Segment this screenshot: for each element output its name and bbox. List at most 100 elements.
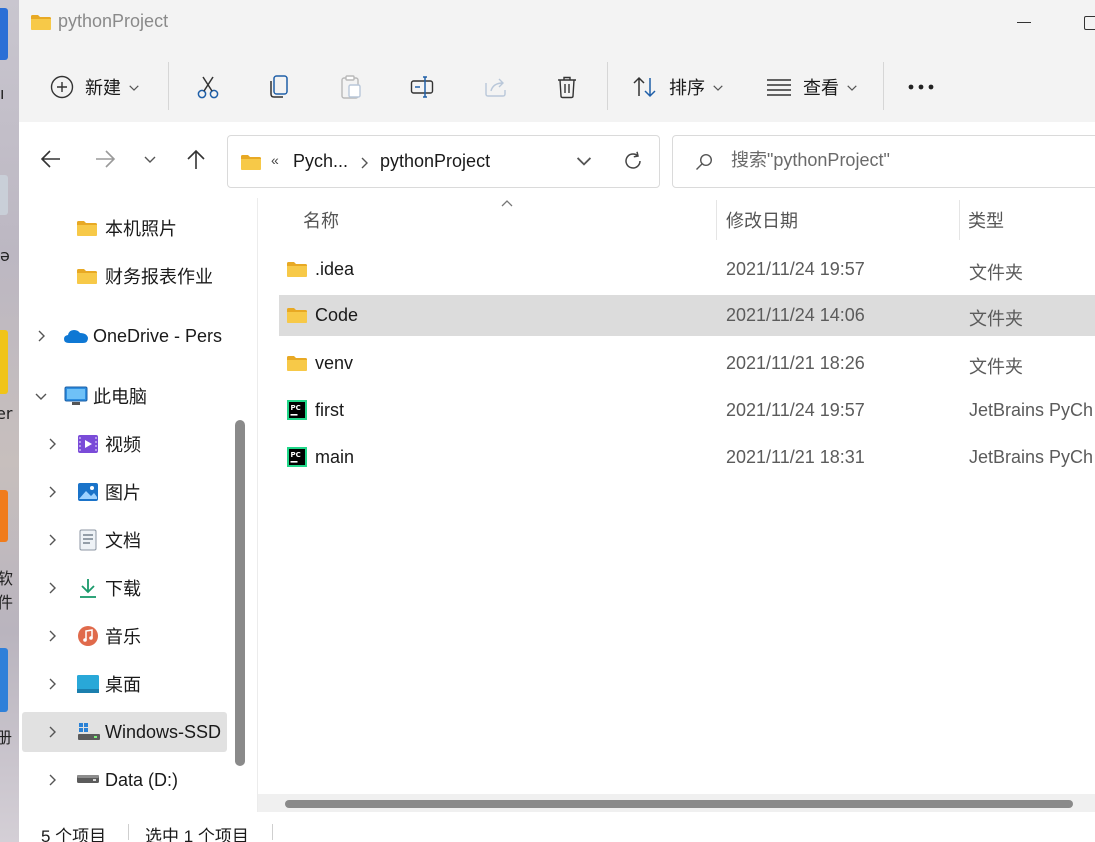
breadcrumb-item[interactable]: pythonProject <box>380 151 490 172</box>
file-list-horizontal-scrollbar[interactable] <box>258 794 1095 812</box>
sidebar-item-windows-ssd[interactable]: Windows-SSD <box>22 712 227 752</box>
column-header-label: 修改日期 <box>726 211 798 231</box>
sidebar-item-documents[interactable]: 文档 <box>19 520 229 560</box>
back-arrow-icon[interactable] <box>40 148 62 170</box>
minimize-button[interactable] <box>1017 22 1031 23</box>
recent-locations-chevron-icon[interactable] <box>143 154 157 164</box>
sidebar-item-photos[interactable]: 本机照片 <box>19 208 229 248</box>
trash-icon <box>558 76 576 99</box>
desktop-shortcut-tile[interactable] <box>0 490 8 542</box>
scissors-icon <box>197 76 219 99</box>
file-list: 名称 修改日期 类型 .idea 2021/11/24 19:57 文件夹 Co… <box>258 198 1095 812</box>
expand-chevron-icon[interactable] <box>47 581 57 595</box>
delete-button[interactable] <box>556 52 578 122</box>
sidebar-item-desktop[interactable]: 桌面 <box>19 664 229 704</box>
chevron-down-icon <box>712 83 724 92</box>
desktop-shortcut-tile[interactable] <box>0 648 8 712</box>
toolbar-divider <box>607 62 608 110</box>
folder-icon <box>286 354 308 372</box>
navigation-pane: 本机照片 财务报表作业 OneDrive - Pers 此电脑 视频 图片 文档… <box>19 198 250 812</box>
folder-icon <box>30 13 52 31</box>
pictures-icon <box>78 483 98 501</box>
rename-button[interactable] <box>410 52 436 122</box>
file-row-first[interactable]: first 2021/11/24 19:57 JetBrains PyCh <box>279 390 1095 431</box>
sidebar-item-finance-homework[interactable]: 财务报表作业 <box>19 256 229 296</box>
view-button[interactable]: 查看 <box>766 52 858 122</box>
breadcrumb-chevron-icon[interactable] <box>359 156 369 170</box>
horizontal-scrollbar-thumb[interactable] <box>285 800 1073 808</box>
column-resize-handle[interactable] <box>959 200 960 240</box>
forward-arrow-icon[interactable] <box>94 148 116 170</box>
new-button-label: 新建 <box>85 78 121 98</box>
paste-icon <box>341 75 361 99</box>
address-bar[interactable]: « Pych... pythonProject <box>227 135 660 188</box>
column-resize-handle[interactable] <box>716 200 717 240</box>
file-row-code[interactable]: Code 2021/11/24 14:06 文件夹 <box>279 295 1095 336</box>
copy-button[interactable] <box>268 52 292 122</box>
refresh-icon[interactable] <box>622 150 644 172</box>
expand-chevron-icon[interactable] <box>47 725 57 739</box>
file-modified: 2021/11/24 19:57 <box>726 400 865 420</box>
desktop-shortcut-tile[interactable] <box>0 8 8 60</box>
computer-icon <box>64 386 88 405</box>
collapse-chevron-icon[interactable] <box>34 391 48 401</box>
search-box[interactable] <box>672 135 1095 188</box>
more-options-button[interactable] <box>907 52 935 122</box>
column-header-type[interactable]: 类型 <box>968 198 1004 242</box>
column-header-label: 名称 <box>303 211 339 231</box>
breadcrumb-overflow[interactable]: « <box>271 152 279 168</box>
file-name: first <box>315 400 344 420</box>
expand-chevron-icon[interactable] <box>47 629 57 643</box>
column-header-name[interactable]: 名称 <box>303 198 339 242</box>
up-arrow-icon[interactable] <box>185 148 207 170</box>
sidebar-item-label: 音乐 <box>105 627 141 647</box>
downloads-icon <box>80 579 96 598</box>
sidebar-item-downloads[interactable]: 下载 <box>19 568 229 608</box>
videos-icon <box>78 435 98 453</box>
file-type: 文件夹 <box>969 357 1023 377</box>
search-input[interactable] <box>731 150 1091 171</box>
expand-chevron-icon[interactable] <box>47 485 57 499</box>
column-header-modified[interactable]: 修改日期 <box>726 198 798 242</box>
desktop-label-fragment: er <box>0 404 13 423</box>
toolbar-divider <box>168 62 169 110</box>
expand-chevron-icon[interactable] <box>47 677 57 691</box>
desktop-shortcut-tile[interactable] <box>0 175 8 215</box>
file-type: 文件夹 <box>969 263 1023 283</box>
music-icon <box>78 626 98 646</box>
navigation-pane-scrollbar-thumb[interactable] <box>235 420 245 766</box>
file-row-main[interactable]: main 2021/11/21 18:31 JetBrains PyCh <box>279 437 1095 478</box>
sidebar-item-this-pc[interactable]: 此电脑 <box>19 376 229 416</box>
sidebar-item-videos[interactable]: 视频 <box>19 424 229 464</box>
expand-chevron-icon[interactable] <box>47 533 57 547</box>
sidebar-item-music[interactable]: 音乐 <box>19 616 229 656</box>
desktop-shortcut-tile[interactable] <box>0 330 8 394</box>
sidebar-item-onedrive[interactable]: OneDrive - Pers <box>19 316 229 356</box>
paste-button[interactable] <box>339 52 363 122</box>
drive-c-icon <box>78 723 100 740</box>
file-name: .idea <box>315 259 355 279</box>
column-header-label: 类型 <box>968 211 1004 231</box>
sort-button[interactable]: 排序 <box>632 52 724 122</box>
expand-chevron-icon[interactable] <box>36 329 46 343</box>
window-title: pythonProject <box>58 11 169 31</box>
expand-chevron-icon[interactable] <box>47 437 57 451</box>
breadcrumb-item[interactable]: Pych... <box>293 151 348 172</box>
maximize-button[interactable] <box>1084 16 1095 30</box>
file-row-venv[interactable]: venv 2021/11/21 18:26 文件夹 <box>279 343 1095 384</box>
file-row-idea[interactable]: .idea 2021/11/24 19:57 文件夹 <box>279 249 1095 290</box>
title-bar[interactable]: pythonProject <box>19 0 1095 44</box>
drive-d-icon <box>77 775 99 783</box>
new-button[interactable]: 新建 <box>50 52 140 122</box>
expand-chevron-icon[interactable] <box>47 773 57 787</box>
sidebar-item-pictures[interactable]: 图片 <box>19 472 229 512</box>
sidebar-item-label: Windows-SSD <box>105 721 222 742</box>
toolbar-divider <box>883 62 884 110</box>
desktop-icon <box>77 675 99 693</box>
sidebar-item-data-drive[interactable]: Data (D:) <box>19 760 229 800</box>
file-modified: 2021/11/21 18:26 <box>726 353 865 373</box>
share-button[interactable] <box>483 52 509 122</box>
desktop-label-fragment: ı <box>0 84 5 103</box>
address-history-chevron-icon[interactable] <box>575 154 593 167</box>
cut-button[interactable] <box>195 52 221 122</box>
